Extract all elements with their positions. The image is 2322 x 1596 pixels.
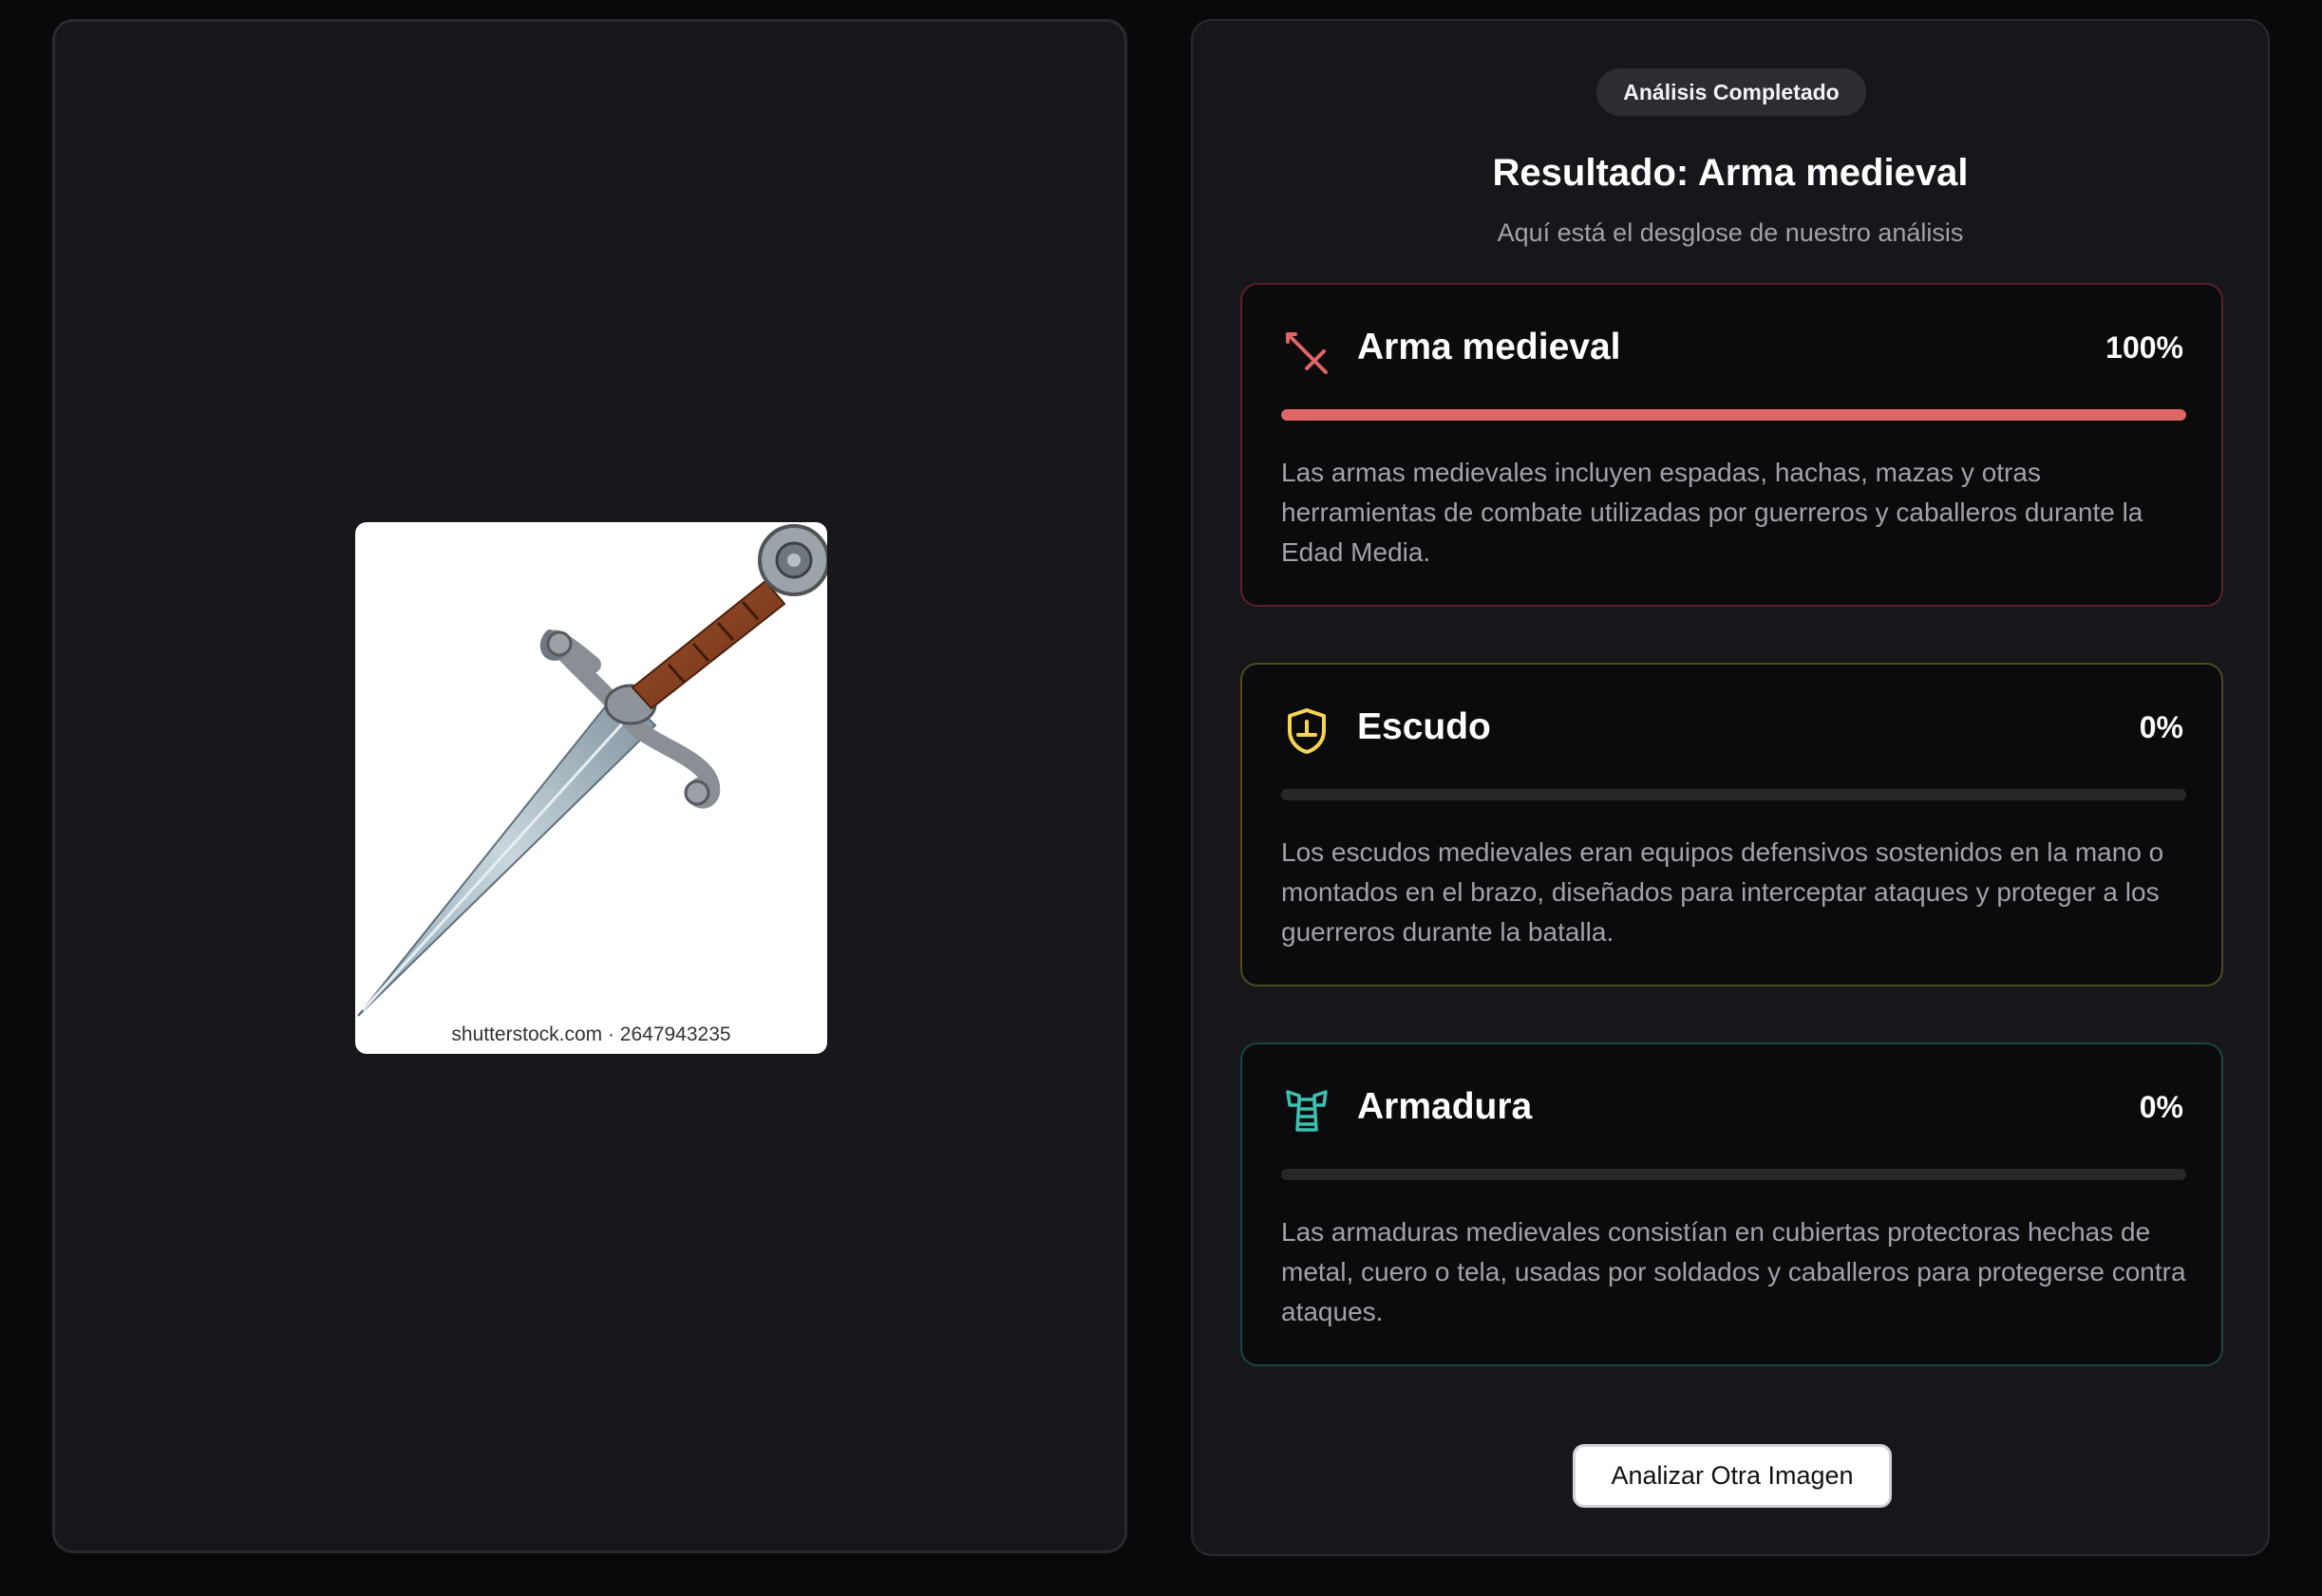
armor-icon: [1286, 1090, 1328, 1132]
result-title: Resultado: Arma medieval: [1492, 152, 1969, 194]
category-description: Las armaduras medievales consistían en c…: [1281, 1217, 2186, 1326]
image-preview-panel: shutterstock.com · 2647943235: [52, 19, 1127, 1553]
status-badge: Análisis Completado: [1596, 68, 1866, 116]
analyze-another-button[interactable]: Analizar Otra Imagen: [1573, 1444, 1892, 1508]
results-panel: Análisis Completado Resultado: Arma medi…: [1191, 19, 2270, 1556]
dagger-illustration: [357, 524, 827, 1017]
confidence-bar: [1281, 789, 2186, 800]
category-description: Las armas medievales incluyen espadas, h…: [1281, 458, 2143, 567]
result-subtitle: Aquí está el desglose de nuestro análisi…: [1497, 218, 1964, 247]
sword-icon: [1286, 332, 1328, 374]
shield-icon: [1288, 708, 1326, 754]
category-percent: 100%: [2105, 330, 2183, 365]
category-card-arma-medieval: Arma medieval 100% Las armas medievales …: [1240, 283, 2223, 607]
confidence-bar: [1281, 409, 2186, 421]
category-percent: 0%: [2139, 1090, 2183, 1124]
category-name: Escudo: [1357, 706, 1491, 747]
category-name: Armadura: [1357, 1086, 1533, 1127]
category-card-escudo: Escudo 0% Los escudos medievales eran eq…: [1240, 663, 2223, 986]
image-watermark: shutterstock.com · 2647943235: [451, 1023, 731, 1045]
confidence-bar: [1281, 1169, 2186, 1180]
category-percent: 0%: [2139, 710, 2183, 744]
category-name: Arma medieval: [1357, 327, 1621, 367]
confidence-bar-fill: [1281, 409, 2186, 421]
uploaded-image: shutterstock.com · 2647943235: [355, 522, 827, 1054]
category-description: Los escudos medievales eran equipos defe…: [1281, 837, 2164, 947]
category-card-armadura: Armadura 0% Las armaduras medievales con…: [1240, 1042, 2223, 1366]
